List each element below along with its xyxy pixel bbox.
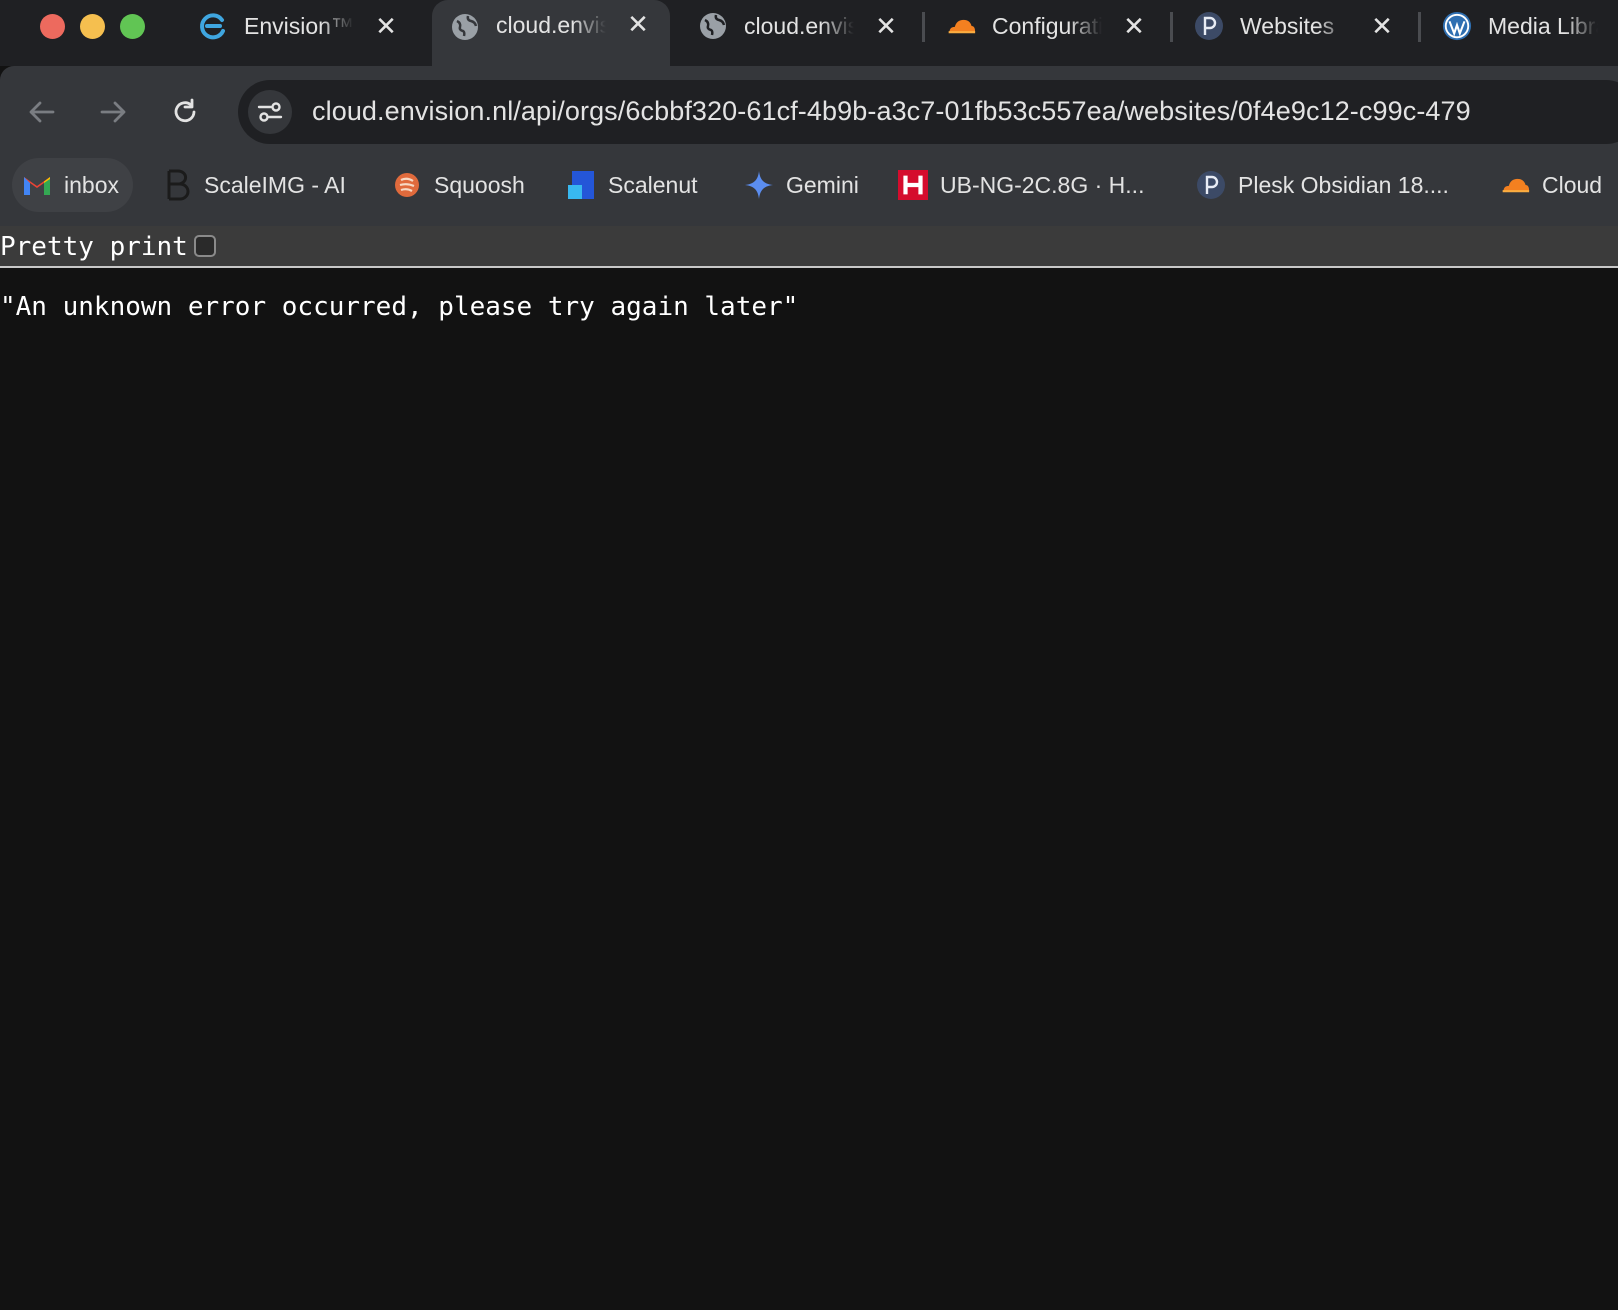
back-button[interactable]: [22, 92, 62, 132]
browser-toolbar: cloud.envision.nl/api/orgs/6cbbf320-61cf…: [0, 66, 1618, 226]
tab-title: Configuration: [992, 12, 1102, 39]
tab-separator: [1170, 12, 1173, 42]
tab-strip: Envision™ ✕ cloud.envision.nl ✕: [0, 0, 1618, 66]
hetzner-icon: [898, 170, 928, 200]
scalenut-icon: [566, 170, 596, 200]
tab-cloud-envision[interactable]: cloud.envision.nl ✕: [698, 0, 898, 52]
tab-close-icon[interactable]: ✕: [874, 13, 898, 39]
bookmark-gemini[interactable]: Gemini: [744, 158, 859, 212]
tab-separator: [922, 12, 925, 42]
bookmark-scalenut[interactable]: Scalenut: [566, 158, 698, 212]
tab-media-library[interactable]: Media Library: [1442, 0, 1598, 52]
bookmark-inbox[interactable]: inbox: [12, 158, 133, 212]
tab-websites[interactable]: Websites ✕: [1194, 0, 1394, 52]
tab-title: cloud.envision.nl: [744, 12, 854, 39]
scaleimg-icon: [162, 169, 192, 201]
tab-close-icon[interactable]: ✕: [374, 13, 398, 39]
tab-title: Envision™: [244, 12, 354, 39]
browser-window: Envision™ ✕ cloud.envision.nl ✕: [0, 0, 1618, 1310]
bookmark-label: Scalenut: [608, 171, 698, 198]
tab-separator: [1418, 12, 1421, 42]
plesk-icon: [1194, 11, 1224, 41]
window-minimize-button[interactable]: [80, 14, 105, 39]
tab-title: Websites: [1240, 12, 1335, 39]
cloudflare-icon: [1500, 170, 1530, 200]
tune-icon: [257, 102, 283, 122]
tab-title: cloud.envision.nl: [496, 12, 606, 38]
envision-logo-icon: [198, 11, 228, 41]
pretty-print-label: Pretty print: [0, 232, 188, 262]
bookmark-scaleimg[interactable]: ScaleIMG - AI: [162, 158, 346, 212]
wordpress-icon: [1442, 11, 1472, 41]
bookmark-label: Cloud: [1542, 171, 1603, 198]
pretty-print-checkbox[interactable]: [194, 235, 216, 257]
tab-envision[interactable]: Envision™ ✕: [198, 0, 398, 52]
bookmark-cloudflare[interactable]: Cloud: [1500, 158, 1602, 212]
url-text[interactable]: cloud.envision.nl/api/orgs/6cbbf320-61cf…: [312, 96, 1471, 127]
tab-cloud-envision-active[interactable]: cloud.envision.nl ✕: [432, 0, 670, 66]
tab-close-icon[interactable]: ✕: [1370, 13, 1394, 39]
reload-button[interactable]: [165, 92, 205, 132]
arrow-left-icon: [29, 101, 55, 123]
json-viewer-controls: Pretty print: [0, 226, 1618, 268]
globe-icon: [450, 12, 480, 42]
bookmark-hetzner[interactable]: UB-NG-2C.8G · H...: [898, 158, 1144, 212]
tab-configuration[interactable]: Configuration ✕: [946, 0, 1146, 52]
site-info-button[interactable]: [248, 90, 292, 134]
window-close-button[interactable]: [40, 14, 65, 39]
address-bar[interactable]: cloud.envision.nl/api/orgs/6cbbf320-61cf…: [238, 80, 1618, 144]
bookmark-plesk[interactable]: Plesk Obsidian 18....: [1196, 158, 1449, 212]
bookmark-label: Gemini: [786, 171, 859, 198]
plesk-icon: [1196, 170, 1226, 200]
forward-button[interactable]: [93, 92, 133, 132]
tab-close-icon[interactable]: ✕: [626, 11, 650, 37]
bookmark-label: UB-NG-2C.8G · H...: [940, 171, 1145, 198]
squoosh-icon: [392, 170, 422, 200]
bookmarks-bar: inbox ScaleIMG - AI Squoosh Scalenut Gem…: [0, 158, 1618, 212]
bookmark-label: ScaleIMG - AI: [204, 171, 346, 198]
reload-icon: [174, 98, 196, 123]
tab-title: Media Library: [1488, 12, 1598, 39]
bookmark-label: inbox: [64, 171, 119, 198]
bookmark-label: Plesk Obsidian 18....: [1238, 171, 1449, 198]
gmail-icon: [22, 170, 52, 200]
bookmark-label: Squoosh: [434, 171, 525, 198]
arrow-right-icon: [100, 101, 126, 123]
window-maximize-button[interactable]: [120, 14, 145, 39]
json-response-body: "An unknown error occurred, please try a…: [0, 292, 799, 322]
globe-icon: [698, 11, 728, 41]
tab-close-icon[interactable]: ✕: [1122, 13, 1146, 39]
cloudflare-icon: [946, 11, 976, 41]
bookmark-squoosh[interactable]: Squoosh: [392, 158, 525, 212]
gemini-icon: [744, 170, 774, 200]
